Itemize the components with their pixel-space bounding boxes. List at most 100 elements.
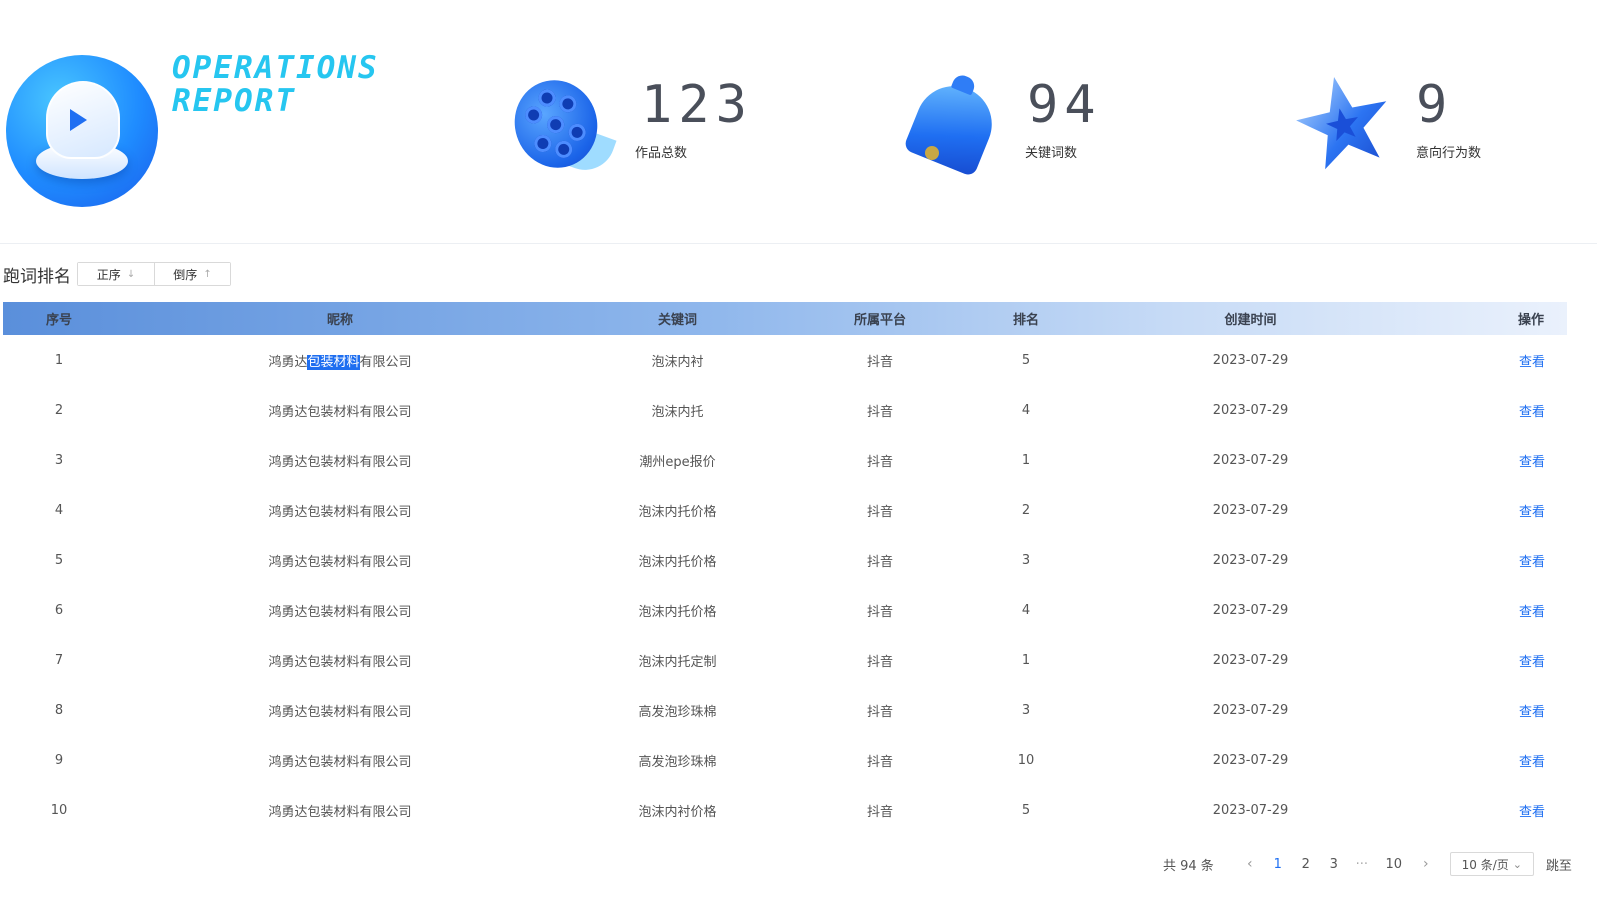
cell-nickname: 鸿勇达包装材料有限公司 [268, 605, 412, 621]
cell-rank: 1 [1021, 452, 1031, 468]
page-1[interactable]: 1 [1264, 857, 1292, 872]
table-row: 5 鸿勇达包装材料有限公司 泡沫内托价格 抖音 3 2023-07-29 查看 [3, 535, 1567, 585]
column-header-index[interactable]: 序号 [3, 309, 115, 328]
cell-platform: 抖音 [866, 805, 893, 821]
cell-created: 2023-07-29 [1212, 502, 1289, 518]
view-link[interactable]: 查看 [1419, 551, 1567, 570]
cell-nickname: 鸿勇达包装材料有限公司 [268, 554, 412, 570]
table-header: 序号 昵称 关键词 所属平台 排名 创建时间 操作 [3, 302, 1567, 335]
chevron-left-icon[interactable]: ‹ [1236, 856, 1264, 872]
cell-keyword: 高发泡珍珠棉 [638, 755, 717, 771]
stat-keywords-value: 94 [1027, 75, 1102, 135]
cell-platform: 抖音 [866, 354, 893, 370]
cell-nickname: 鸿勇达包装材料有限公司 [268, 354, 412, 370]
cell-created: 2023-07-29 [1212, 653, 1289, 669]
stat-intents-label: 意向行为数 [1416, 146, 1482, 161]
cell-keyword: 泡沫内托价格 [638, 554, 717, 570]
cell-nickname: 鸿勇达包装材料有限公司 [268, 655, 412, 671]
cell-keyword: 泡沫内衬价格 [638, 805, 717, 821]
text-selection: 包装材料 [307, 354, 360, 370]
sort-asc-button[interactable]: 正序 ↓ [78, 263, 154, 285]
cloud-video-logo-icon [6, 55, 158, 207]
page-size-select[interactable]: 10 条/页 ⌄ [1449, 852, 1534, 876]
cell-platform: 抖音 [866, 705, 893, 721]
chevron-down-icon: ⌄ [1512, 857, 1522, 871]
cell-rank: 2 [1021, 502, 1031, 518]
view-link[interactable]: 查看 [1419, 701, 1567, 720]
cell-rank: 10 [1017, 753, 1035, 769]
sort-toggle-group: 正序 ↓ 倒序 ↑ [77, 262, 231, 286]
cell-platform: 抖音 [866, 655, 893, 671]
cell-nickname: 鸿勇达包装材料有限公司 [268, 805, 412, 821]
stat-works-label: 作品总数 [635, 146, 688, 161]
table-row: 9 鸿勇达包装材料有限公司 高发泡珍珠棉 抖音 10 2023-07-29 查看 [3, 736, 1567, 786]
cell-platform: 抖音 [866, 404, 893, 420]
view-link[interactable]: 查看 [1419, 451, 1567, 470]
table-row: 1 鸿勇达包装材料有限公司 泡沫内衬 抖音 5 2023-07-29 查看 [3, 335, 1567, 385]
arrow-down-icon: ↓ [126, 268, 136, 280]
cell-rank: 1 [1021, 653, 1031, 669]
cell-index: 4 [54, 502, 64, 518]
cell-rank: 3 [1021, 552, 1031, 568]
cell-nickname: 鸿勇达包装材料有限公司 [268, 705, 412, 721]
view-link[interactable]: 查看 [1419, 351, 1567, 370]
cell-index: 8 [54, 703, 64, 719]
page-10[interactable]: 10 [1376, 857, 1412, 872]
cell-platform: 抖音 [866, 755, 893, 771]
cell-index: 9 [54, 753, 64, 769]
cell-rank: 3 [1021, 703, 1031, 719]
page-3[interactable]: 3 [1320, 857, 1348, 872]
view-link[interactable]: 查看 [1419, 751, 1567, 770]
film-reel-icon [503, 69, 617, 180]
cell-keyword: 泡沫内托 [651, 404, 704, 420]
view-link[interactable]: 查看 [1419, 401, 1567, 420]
cell-index: 6 [54, 603, 64, 619]
cell-rank: 4 [1021, 603, 1031, 619]
sort-desc-button[interactable]: 倒序 ↑ [154, 263, 230, 285]
cell-keyword: 泡沫内托定制 [638, 655, 717, 671]
table-row: 4 鸿勇达包装材料有限公司 泡沫内托价格 抖音 2 2023-07-29 查看 [3, 485, 1567, 535]
cell-keyword: 泡沫内托价格 [638, 504, 717, 520]
cell-created: 2023-07-29 [1212, 352, 1289, 368]
cell-rank: 5 [1021, 803, 1031, 819]
report-title: OPERATIONS REPORT [172, 52, 472, 118]
column-header-created[interactable]: 创建时间 [1082, 309, 1419, 328]
table-row: 2 鸿勇达包装材料有限公司 泡沫内托 抖音 4 2023-07-29 查看 [3, 385, 1567, 435]
table-row: 3 鸿勇达包装材料有限公司 潮州epe报价 抖音 1 2023-07-29 查看 [3, 435, 1567, 485]
stat-intents: 9 意向行为数 [1292, 70, 1552, 190]
cell-index: 3 [54, 452, 64, 468]
stat-intents-value: 9 [1416, 75, 1454, 135]
cell-platform: 抖音 [866, 454, 893, 470]
cell-index: 5 [54, 552, 64, 568]
cell-nickname: 鸿勇达包装材料有限公司 [268, 504, 412, 520]
cell-index: 7 [54, 653, 64, 669]
view-link[interactable]: 查看 [1419, 601, 1567, 620]
column-header-platform[interactable]: 所属平台 [790, 309, 970, 328]
cell-keyword: 潮州epe报价 [639, 454, 716, 470]
view-link[interactable]: 查看 [1419, 501, 1567, 520]
view-link[interactable]: 查看 [1419, 801, 1567, 820]
chevron-right-icon[interactable]: › [1412, 856, 1440, 872]
table-row: 8 鸿勇达包装材料有限公司 高发泡珍珠棉 抖音 3 2023-07-29 查看 [3, 686, 1567, 736]
cell-keyword: 高发泡珍珠棉 [638, 705, 717, 721]
page-2[interactable]: 2 [1292, 857, 1320, 872]
pagination-total: 共 94 条 [1163, 858, 1214, 874]
cell-nickname: 鸿勇达包装材料有限公司 [268, 755, 412, 771]
table-row: 7 鸿勇达包装材料有限公司 泡沫内托定制 抖音 1 2023-07-29 查看 [3, 636, 1567, 686]
view-link[interactable]: 查看 [1419, 651, 1567, 670]
arrow-up-icon: ↑ [203, 268, 212, 280]
cell-created: 2023-07-29 [1212, 452, 1289, 468]
cell-index: 10 [50, 803, 68, 819]
column-header-nickname[interactable]: 昵称 [115, 309, 565, 328]
cell-keyword: 泡沫内衬 [651, 354, 704, 370]
report-title-line-1: OPERATIONS [172, 50, 379, 86]
cell-created: 2023-07-29 [1212, 603, 1289, 619]
stat-works-total: 123 作品总数 [503, 69, 765, 190]
column-header-keyword[interactable]: 关键词 [565, 309, 790, 328]
cell-index: 2 [54, 402, 64, 418]
cell-platform: 抖音 [866, 605, 893, 621]
stat-keywords: 94 关键词数 [902, 70, 1165, 190]
column-header-rank[interactable]: 排名 [970, 309, 1082, 328]
page-ellipsis[interactable]: ··· [1348, 857, 1376, 872]
bell-icon [902, 70, 1015, 180]
